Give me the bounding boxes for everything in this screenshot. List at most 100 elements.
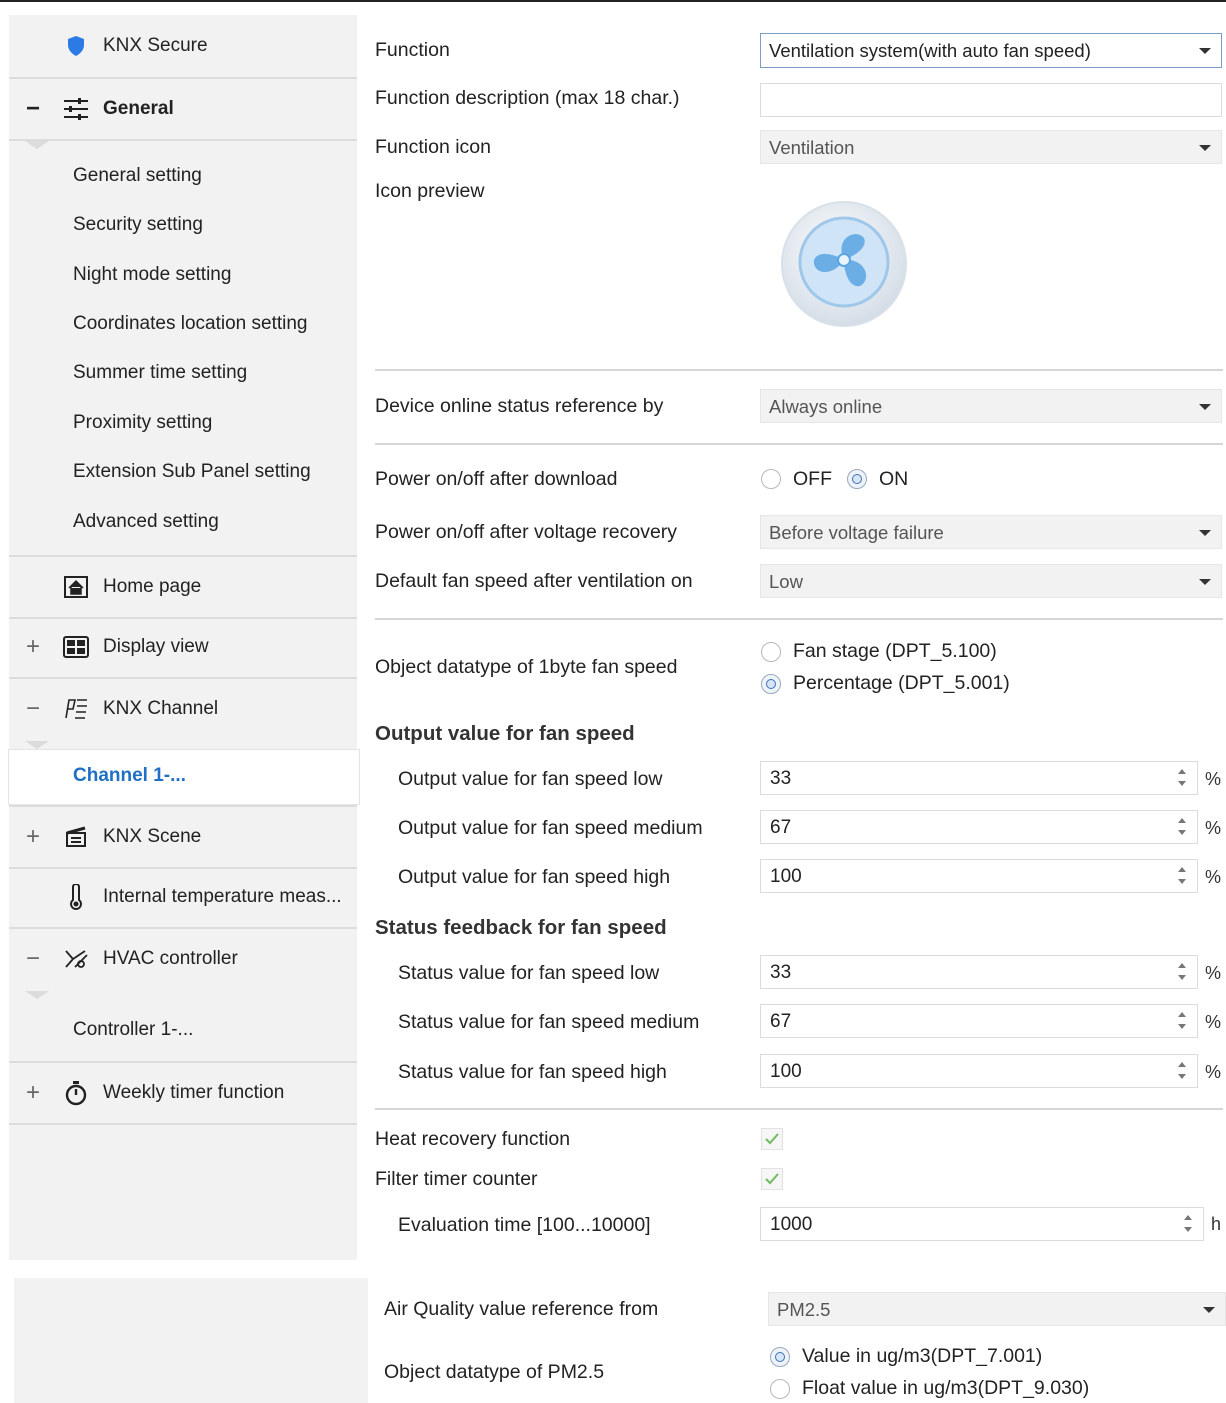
function-label: Function bbox=[375, 39, 450, 61]
percent-unit: % bbox=[1205, 1062, 1222, 1082]
chevron-down-icon bbox=[1199, 404, 1211, 410]
thermometer-icon bbox=[63, 884, 89, 910]
sidebar-item-night-mode-setting[interactable]: Night mode setting bbox=[73, 264, 231, 286]
percent-unit: % bbox=[1205, 818, 1222, 838]
status-high-label: Status value for fan speed high bbox=[398, 1061, 667, 1083]
collapse-icon[interactable]: − bbox=[23, 97, 43, 121]
sidebar-item-knx-channel[interactable]: − KNX Channel bbox=[9, 679, 357, 739]
sidebar-item-extension-sub-panel-setting[interactable]: Extension Sub Panel setting bbox=[73, 461, 311, 483]
chevron-down-icon bbox=[1199, 48, 1211, 54]
spinner-icon[interactable] bbox=[1177, 767, 1187, 789]
chevron-down-icon bbox=[1199, 145, 1211, 151]
sidebar-item-label: KNX Channel bbox=[103, 698, 219, 719]
output-high-input[interactable]: 100 bbox=[760, 859, 1198, 893]
expand-icon[interactable]: + bbox=[23, 1081, 43, 1105]
filter-timer-checkbox[interactable] bbox=[761, 1168, 783, 1190]
power-voltage-select[interactable]: Before voltage failure bbox=[760, 515, 1222, 549]
divider bbox=[375, 1108, 1223, 1110]
online-status-label: Device online status reference by bbox=[375, 395, 664, 417]
sidebar-item-display-view[interactable]: + Display view bbox=[9, 617, 357, 679]
function-icon-select[interactable]: Ventilation bbox=[760, 130, 1222, 164]
sidebar-item-internal-temperature[interactable]: Internal temperature meas... bbox=[9, 867, 357, 929]
sidebar-item-channel-1[interactable]: Channel 1-... bbox=[8, 749, 360, 805]
fan-stage-radio[interactable] bbox=[761, 642, 781, 662]
evaluation-time-input[interactable]: 1000 bbox=[760, 1207, 1204, 1241]
function-select-value: Ventilation system(with auto fan speed) bbox=[769, 40, 1091, 61]
status-high-input[interactable]: 100 bbox=[760, 1054, 1198, 1088]
pm-float-radio[interactable] bbox=[770, 1379, 790, 1399]
sidebar-item-advanced-setting[interactable]: Advanced setting bbox=[73, 511, 219, 533]
status-high-value: 100 bbox=[770, 1061, 802, 1082]
function-description-input[interactable] bbox=[760, 83, 1222, 117]
expand-icon[interactable]: + bbox=[23, 825, 43, 849]
output-medium-label: Output value for fan speed medium bbox=[398, 817, 703, 839]
online-status-select[interactable]: Always online bbox=[760, 389, 1222, 423]
percent-unit: % bbox=[1205, 769, 1222, 789]
output-low-input[interactable]: 33 bbox=[760, 761, 1198, 795]
hvac-icon bbox=[63, 946, 89, 972]
sidebar-item-home-page[interactable]: Home page bbox=[9, 555, 357, 619]
hour-unit: h bbox=[1211, 1214, 1222, 1234]
expand-icon[interactable]: + bbox=[23, 635, 43, 659]
sidebar-item-knx-secure[interactable]: KNX Secure bbox=[9, 15, 357, 79]
power-off-radio[interactable] bbox=[761, 469, 781, 489]
home-icon bbox=[63, 574, 89, 600]
timer-icon bbox=[63, 1080, 89, 1106]
percent-unit: % bbox=[1205, 1012, 1222, 1032]
pm-value-label: Value in ug/m3(DPT_7.001) bbox=[802, 1345, 1043, 1367]
sidebar-item-coordinates-setting[interactable]: Coordinates location setting bbox=[73, 313, 307, 335]
sidebar-item-summer-time-setting[interactable]: Summer time setting bbox=[73, 362, 247, 384]
sidebar-item-controller-1[interactable]: Controller 1-... bbox=[9, 999, 357, 1063]
spinner-icon[interactable] bbox=[1177, 1060, 1187, 1082]
sidebar-item-label: Internal temperature meas... bbox=[103, 886, 342, 907]
pm-float-label: Float value in ug/m3(DPT_9.030) bbox=[802, 1377, 1090, 1399]
sidebar-item-weekly-timer[interactable]: + Weekly timer function bbox=[9, 1063, 357, 1125]
function-icon-value: Ventilation bbox=[769, 137, 855, 158]
sidebar-item-label: Controller 1-... bbox=[73, 1019, 194, 1040]
top-border bbox=[0, 0, 1226, 2]
output-low-label: Output value for fan speed low bbox=[398, 768, 663, 790]
output-high-label: Output value for fan speed high bbox=[398, 866, 671, 888]
air-quality-select[interactable]: PM2.5 bbox=[768, 1292, 1226, 1326]
default-fan-speed-label: Default fan speed after ventilation on bbox=[375, 570, 693, 592]
spinner-icon[interactable] bbox=[1177, 865, 1187, 887]
sidebar-item-hvac-controller[interactable]: − HVAC controller bbox=[9, 929, 357, 989]
sidebar-item-security-setting[interactable]: Security setting bbox=[73, 214, 203, 236]
status-low-input[interactable]: 33 bbox=[760, 955, 1198, 989]
air-quality-value: PM2.5 bbox=[777, 1299, 831, 1320]
sidebar-item-general-setting[interactable]: General setting bbox=[73, 165, 202, 187]
ventilation-fan-icon bbox=[778, 198, 910, 330]
percentage-radio[interactable] bbox=[761, 674, 781, 694]
datatype-label: Object datatype of 1byte fan speed bbox=[375, 656, 678, 678]
sidebar-item-proximity-setting[interactable]: Proximity setting bbox=[73, 412, 212, 434]
channel-icon bbox=[63, 696, 89, 722]
percentage-label: Percentage (DPT_5.001) bbox=[793, 672, 1010, 694]
power-on-radio[interactable] bbox=[847, 469, 867, 489]
evaluation-time-value: 1000 bbox=[770, 1214, 813, 1235]
heat-recovery-checkbox[interactable] bbox=[761, 1128, 783, 1150]
output-low-value: 33 bbox=[770, 768, 792, 789]
output-medium-input[interactable]: 67 bbox=[760, 810, 1198, 844]
function-icon-label: Function icon bbox=[375, 136, 491, 158]
spinner-icon[interactable] bbox=[1183, 1213, 1193, 1235]
power-voltage-value: Before voltage failure bbox=[769, 522, 944, 543]
sidebar-item-general[interactable]: − General bbox=[9, 79, 357, 141]
status-medium-input[interactable]: 67 bbox=[760, 1004, 1198, 1038]
sidebar-item-label: Channel 1-... bbox=[73, 765, 186, 786]
output-medium-value: 67 bbox=[770, 817, 792, 838]
sidebar-item-knx-scene[interactable]: + KNX Scene bbox=[9, 805, 357, 869]
output-high-value: 100 bbox=[770, 866, 802, 887]
percent-unit: % bbox=[1205, 963, 1222, 983]
spinner-icon[interactable] bbox=[1177, 816, 1187, 838]
chevron-down-icon bbox=[1199, 530, 1211, 536]
collapse-icon[interactable]: − bbox=[23, 947, 43, 971]
pm-value-radio[interactable] bbox=[770, 1347, 790, 1367]
power-download-label: Power on/off after download bbox=[375, 468, 618, 490]
collapse-icon[interactable]: − bbox=[23, 697, 43, 721]
sidebar-item-label: KNX Secure bbox=[103, 35, 208, 56]
function-select[interactable]: Ventilation system(with auto fan speed) bbox=[760, 33, 1222, 68]
spinner-icon[interactable] bbox=[1177, 1010, 1187, 1032]
caret-icon bbox=[25, 991, 49, 999]
default-fan-speed-select[interactable]: Low bbox=[760, 564, 1222, 598]
spinner-icon[interactable] bbox=[1177, 961, 1187, 983]
